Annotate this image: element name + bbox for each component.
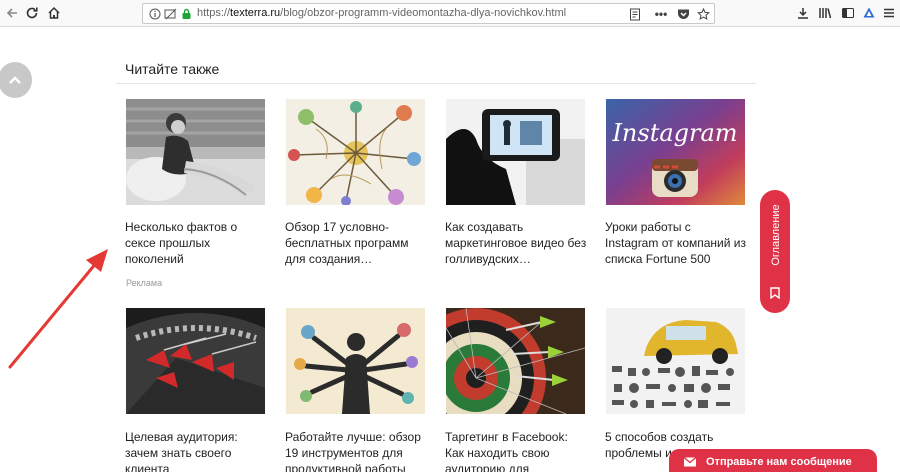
card-image-5[interactable]: [126, 308, 265, 414]
home-icon[interactable]: [44, 3, 64, 23]
instagram-logo-text: Instagram: [611, 119, 737, 147]
lock-icon[interactable]: [178, 6, 194, 22]
chevron-up-icon: [9, 76, 21, 84]
ad-label: Реклама: [126, 278, 163, 288]
card-image-7[interactable]: [446, 308, 585, 414]
url-text: https://texterra.ru/blog/obzor-programm-…: [197, 7, 567, 19]
info-icon[interactable]: [147, 6, 163, 22]
scroll-to-top-button[interactable]: [0, 62, 32, 98]
table-of-contents-tab[interactable]: Оглавление: [760, 190, 790, 313]
chat-label: Отправьте нам сообщение: [706, 456, 852, 468]
card-image-8[interactable]: [606, 308, 745, 414]
sidebar-icon[interactable]: [838, 3, 858, 23]
section-title: Читайте также: [125, 61, 220, 77]
back-icon[interactable]: [2, 3, 22, 23]
card-title-2[interactable]: Обзор 17 условно-бесплатных программ для…: [285, 219, 427, 267]
url-bar[interactable]: https://texterra.ru/blog/obzor-programm-…: [142, 3, 715, 24]
card-image-1[interactable]: [126, 99, 265, 205]
card-title-3[interactable]: Как создавать маркетинговое видео без го…: [445, 219, 587, 267]
library-icon[interactable]: [815, 3, 835, 23]
card-title-1[interactable]: Несколько фактов о сексе прошлых поколен…: [125, 219, 267, 267]
toc-tab-label: Оглавление: [770, 204, 782, 266]
envelope-icon: [683, 457, 697, 467]
menu-icon[interactable]: [879, 3, 899, 23]
card-title-4[interactable]: Уроки работы с Instagram от компаний из …: [605, 219, 747, 267]
card-image-6[interactable]: [286, 308, 425, 414]
card-image-4[interactable]: Instagram: [606, 99, 745, 205]
extension-icon[interactable]: [859, 3, 879, 23]
pocket-icon[interactable]: [675, 6, 691, 22]
download-icon[interactable]: [793, 3, 813, 23]
reload-icon[interactable]: [22, 3, 42, 23]
reader-icon[interactable]: [627, 6, 643, 22]
card-title-5[interactable]: Целевая аудитория: зачем знать своего кл…: [125, 429, 267, 472]
chat-widget-button[interactable]: Отправьте нам сообщение: [669, 449, 877, 472]
tracking-icon[interactable]: [162, 6, 178, 22]
card-image-2[interactable]: [286, 99, 425, 205]
more-icon[interactable]: •••: [653, 6, 669, 22]
card-title-7[interactable]: Таргетинг в Facebook: Как находить свою …: [445, 429, 587, 472]
browser-toolbar: https://texterra.ru/blog/obzor-programm-…: [0, 0, 900, 27]
section-divider: [116, 83, 756, 84]
card-title-6[interactable]: Работайте лучше: обзор 19 инструментов д…: [285, 429, 427, 472]
bookmark-icon: [770, 287, 780, 299]
card-image-3[interactable]: [446, 99, 585, 205]
star-icon[interactable]: [695, 6, 711, 22]
